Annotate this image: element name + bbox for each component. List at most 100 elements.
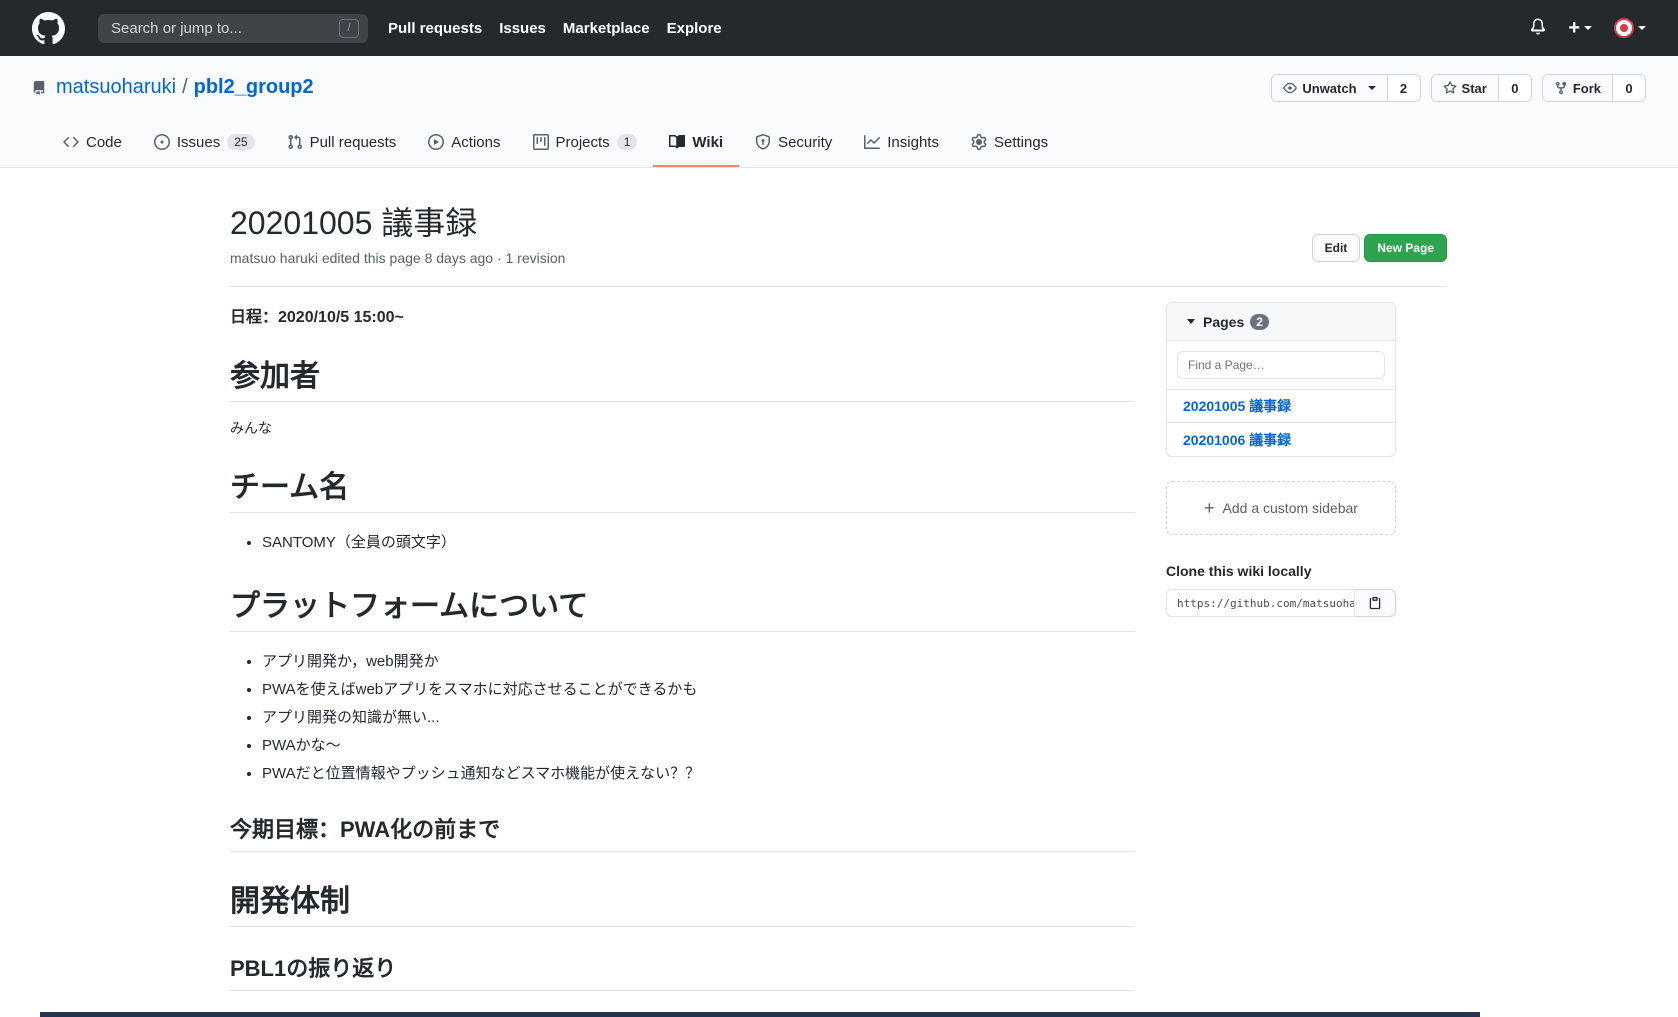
tab-actions-label: Actions (451, 133, 501, 151)
plus-icon: + (1568, 16, 1580, 39)
repo-name-link[interactable]: pbl2_group2 (194, 76, 314, 99)
eye-icon (1283, 81, 1298, 95)
nav-marketplace[interactable]: Marketplace (563, 20, 650, 37)
triangle-down-icon (1187, 319, 1195, 324)
heading-structure: 開発体制 (230, 876, 1135, 927)
unwatch-label: Unwatch (1302, 80, 1357, 96)
play-icon (428, 134, 445, 150)
wiki-page-header: 20201005 議事録 matsuo haruki edited this p… (230, 198, 1447, 287)
create-new-menu[interactable]: + (1568, 17, 1592, 40)
repo-nav: Code Issues 25 Pull requests Actions Pro… (47, 119, 1064, 167)
schedule-text: 日程：2020/10/5 15:00~ (230, 309, 404, 326)
fork-label: Fork (1572, 80, 1601, 96)
tab-issues[interactable]: Issues 25 (138, 119, 271, 167)
list-item: アプリ開発の知識が無い... (262, 704, 1135, 732)
tab-pull-requests-label: Pull requests (309, 133, 397, 151)
search-shortcut-key: / (339, 18, 359, 38)
nav-explore[interactable]: Explore (667, 20, 722, 37)
tab-wiki[interactable]: Wiki (653, 119, 740, 167)
projects-counter: 1 (616, 134, 638, 150)
watch-button-group: Unwatch 2 (1271, 74, 1421, 102)
sidebar-page-link[interactable]: 20201006 議事録 (1167, 423, 1395, 456)
star-label: Star (1461, 80, 1487, 96)
user-menu[interactable] (1614, 18, 1646, 38)
global-header: Search or jump to... / Pull requests Iss… (0, 0, 1678, 56)
fork-button-group: Fork 0 (1541, 74, 1646, 102)
tab-projects[interactable]: Projects 1 (517, 119, 654, 167)
tab-settings[interactable]: Settings (955, 119, 1064, 167)
edit-button[interactable]: Edit (1311, 234, 1361, 262)
repo-owner-link[interactable]: matsuoharuki (56, 76, 176, 99)
nav-issues[interactable]: Issues (499, 20, 546, 37)
tab-settings-label: Settings (993, 133, 1049, 151)
heading-platform: プラットフォームについて (230, 581, 1135, 632)
nav-pull-requests[interactable]: Pull requests (388, 20, 482, 37)
search-input[interactable]: Search or jump to... / (98, 13, 368, 43)
repo-title: matsuoharuki / pbl2_group2 (32, 76, 314, 99)
project-icon (532, 134, 549, 150)
star-button-group: Star 0 (1430, 74, 1532, 102)
pages-toggle[interactable]: Pages 2 (1167, 303, 1395, 341)
add-custom-sidebar-button[interactable]: + Add a custom sidebar (1166, 481, 1396, 535)
find-page-input[interactable] (1177, 351, 1385, 379)
repo-header: matsuoharuki / pbl2_group2 Unwatch 2 Sta… (0, 56, 1678, 168)
tab-issues-label: Issues (176, 133, 221, 151)
header-actions: + (1530, 17, 1646, 40)
heading-goal: 今期目標：PWA化の前まで (230, 812, 1135, 852)
tab-insights[interactable]: Insights (848, 119, 955, 167)
repo-actions: Unwatch 2 Star 0 Fork 0 (1271, 74, 1646, 102)
unwatch-button[interactable]: Unwatch (1272, 75, 1388, 101)
find-page-wrapper (1167, 341, 1395, 390)
code-icon (63, 134, 79, 150)
platform-list: アプリ開発か，web開発か PWAを使えばwebアプリをスマホに対応させることが… (230, 648, 1135, 788)
tab-insights-label: Insights (887, 133, 939, 151)
tab-code[interactable]: Code (47, 119, 138, 167)
tab-security-label: Security (778, 133, 833, 151)
tab-pull-requests[interactable]: Pull requests (271, 119, 413, 167)
new-page-button[interactable]: New Page (1364, 234, 1447, 262)
bell-icon[interactable] (1530, 18, 1546, 38)
team-list: SANTOMY（全員の頭文字） (230, 529, 1135, 557)
fork-button[interactable]: Fork (1542, 75, 1613, 101)
page-meta: matsuo haruki edited this page 8 days ag… (230, 250, 566, 266)
participants-text: みんな (230, 420, 272, 436)
chevron-down-icon (1638, 26, 1646, 30)
github-logo-icon[interactable] (32, 11, 65, 45)
list-item: PWAだと位置情報やプッシュ通知などスマホ機能が使えない？？ (262, 760, 1135, 788)
pull-request-icon (287, 134, 303, 150)
stargazers-count[interactable]: 0 (1498, 75, 1531, 101)
chevron-down-icon (1367, 86, 1376, 90)
wiki-sidebar: Pages 2 20201005 議事録 20201006 議事録 + Add … (1166, 302, 1396, 617)
sidebar-page-link[interactable]: 20201005 議事録 (1167, 390, 1395, 423)
heading-participants: 参加者 (230, 351, 1135, 402)
fork-icon (1554, 81, 1568, 95)
global-nav: Pull requests Issues Marketplace Explore (388, 20, 739, 37)
avatar (1614, 18, 1634, 38)
chevron-down-icon (1584, 26, 1592, 31)
list-item: PWAかな〜 (262, 732, 1135, 760)
pages-box: Pages 2 20201005 議事録 20201006 議事録 (1166, 302, 1396, 457)
shield-icon (755, 134, 771, 150)
clone-url-input[interactable]: https://github.com/matsuoharuki/pbl2_gro… (1166, 589, 1355, 617)
add-custom-sidebar-label: Add a custom sidebar (1222, 500, 1358, 516)
wiki-main: 20201005 議事録 matsuo haruki edited this p… (230, 168, 1447, 1017)
copy-clone-url-button[interactable] (1355, 589, 1396, 617)
clone-label: Clone this wiki locally (1166, 563, 1312, 579)
issues-counter: 25 (227, 134, 255, 150)
star-icon (1443, 81, 1457, 95)
tab-actions[interactable]: Actions (412, 119, 516, 167)
watchers-count[interactable]: 2 (1387, 75, 1420, 101)
clipboard-icon (1368, 596, 1382, 610)
heading-review: PBL1の振り返り (230, 951, 1135, 991)
pages-label: Pages (1203, 313, 1245, 330)
book-icon (669, 134, 686, 150)
tab-security[interactable]: Security (739, 119, 848, 167)
forks-count[interactable]: 0 (1613, 75, 1645, 101)
search-placeholder: Search or jump to... (111, 19, 242, 37)
schedule-line: 日程：2020/10/5 15:00~ (230, 303, 1135, 327)
page-title: 20201005 議事録 (230, 205, 478, 241)
graph-icon (864, 134, 881, 150)
star-button[interactable]: Star (1431, 75, 1499, 101)
list-item: PWAを使えばwebアプリをスマホに対応させることができるかも (262, 676, 1135, 704)
plus-icon: + (1204, 497, 1215, 518)
